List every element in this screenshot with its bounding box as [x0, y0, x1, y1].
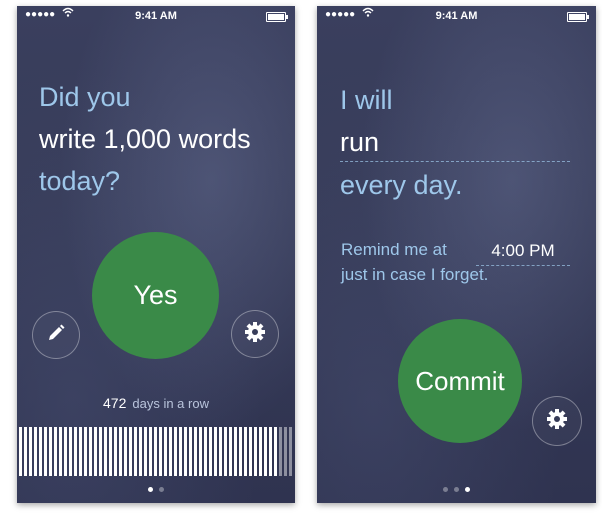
- history-day-tick: [24, 427, 27, 476]
- history-day-tick: [289, 427, 292, 476]
- question-line-1: Did you: [39, 82, 131, 112]
- history-day-tick: [269, 427, 272, 476]
- history-day-tick: [274, 427, 277, 476]
- history-day-tick: [54, 427, 57, 476]
- page-dot[interactable]: [159, 487, 164, 492]
- history-day-tick: [124, 427, 127, 476]
- history-day-tick: [179, 427, 182, 476]
- reminder-suffix: just in case I forget.: [341, 265, 489, 284]
- habit-prefix: I will: [340, 85, 393, 115]
- history-day-tick: [199, 427, 202, 476]
- history-day-tick: [224, 427, 227, 476]
- history-day-tick: [114, 427, 117, 476]
- edit-button[interactable]: [32, 311, 80, 359]
- status-bar: ●●●●● 9:41 AM: [317, 6, 596, 26]
- history-day-tick: [59, 427, 62, 476]
- status-time: 9:41 AM: [135, 10, 177, 22]
- history-day-tick: [74, 427, 77, 476]
- history-day-tick: [219, 427, 222, 476]
- history-day-tick: [129, 427, 132, 476]
- history-day-tick: [249, 427, 252, 476]
- page-dot[interactable]: [454, 487, 459, 492]
- history-day-tick: [189, 427, 192, 476]
- status-bar: ●●●●● 9:41 AM: [17, 6, 295, 26]
- history-day-tick: [229, 427, 232, 476]
- history-day-tick: [19, 427, 22, 476]
- habit-setup-screen: ●●●●● 9:41 AM I will run every day. Remi…: [317, 6, 596, 503]
- habit-input[interactable]: run: [340, 129, 570, 162]
- page-dot[interactable]: [465, 487, 470, 492]
- history-day-tick: [144, 427, 147, 476]
- history-day-tick: [209, 427, 212, 476]
- history-day-tick: [104, 427, 107, 476]
- history-day-tick: [94, 427, 97, 476]
- gear-icon: [244, 321, 266, 348]
- history-day-tick: [39, 427, 42, 476]
- commit-button-label: Commit: [415, 365, 505, 396]
- history-day-tick: [79, 427, 82, 476]
- settings-button[interactable]: [231, 310, 279, 358]
- yes-button-label: Yes: [133, 280, 178, 310]
- history-day-tick: [159, 427, 162, 476]
- history-day-tick: [244, 427, 247, 476]
- history-day-tick: [204, 427, 207, 476]
- history-day-tick: [99, 427, 102, 476]
- check-in-screen: ●●●●● 9:41 AM Did you write 1,000 words …: [17, 6, 295, 503]
- yes-button[interactable]: Yes: [92, 232, 219, 359]
- settings-button[interactable]: [532, 396, 582, 446]
- history-day-tick: [89, 427, 92, 476]
- streak-summary: 472 days in a row: [17, 395, 295, 411]
- history-day-tick: [164, 427, 167, 476]
- history-day-tick: [259, 427, 262, 476]
- history-day-tick: [134, 427, 137, 476]
- reminder-time-value: 4:00 PM: [491, 241, 555, 260]
- streak-history-bar: [17, 427, 295, 476]
- history-day-tick: [44, 427, 47, 476]
- history-day-tick: [194, 427, 197, 476]
- history-day-tick: [29, 427, 32, 476]
- history-day-tick: [284, 427, 287, 476]
- history-day-tick: [139, 427, 142, 476]
- history-day-tick: [184, 427, 187, 476]
- page-dot[interactable]: [148, 487, 153, 492]
- history-day-tick: [234, 427, 237, 476]
- battery-icon: [266, 12, 288, 22]
- habit-frequency: every day.: [340, 170, 463, 200]
- reminder-prefix: Remind me at: [341, 240, 447, 259]
- app-store-screenshots: ●●●●● 9:41 AM Did you write 1,000 words …: [0, 0, 602, 518]
- history-day-tick: [169, 427, 172, 476]
- history-day-tick: [64, 427, 67, 476]
- status-time: 9:41 AM: [435, 10, 478, 22]
- history-day-tick: [69, 427, 72, 476]
- streak-label: days in a row: [132, 396, 209, 411]
- history-day-tick: [149, 427, 152, 476]
- history-day-tick: [279, 427, 282, 476]
- question-line-3: today?: [39, 166, 121, 196]
- streak-count: 472: [103, 395, 127, 411]
- battery-icon: [567, 12, 589, 22]
- history-day-tick: [264, 427, 267, 476]
- page-indicator: [17, 487, 295, 492]
- history-day-tick: [154, 427, 157, 476]
- history-day-tick: [254, 427, 257, 476]
- reminder-time-field[interactable]: 4:00 PM: [476, 239, 570, 266]
- commit-button[interactable]: Commit: [398, 319, 522, 443]
- history-day-tick: [84, 427, 87, 476]
- page-indicator: [317, 487, 596, 492]
- gear-icon: [546, 408, 568, 435]
- history-day-tick: [119, 427, 122, 476]
- pencil-icon: [46, 323, 66, 348]
- history-day-tick: [49, 427, 52, 476]
- history-day-tick: [214, 427, 217, 476]
- question-line-2: write 1,000 words: [39, 124, 251, 154]
- habit-input-value: run: [340, 127, 380, 157]
- history-day-tick: [239, 427, 242, 476]
- page-dot[interactable]: [443, 487, 448, 492]
- history-day-tick: [174, 427, 177, 476]
- history-day-tick: [109, 427, 112, 476]
- history-day-tick: [34, 427, 37, 476]
